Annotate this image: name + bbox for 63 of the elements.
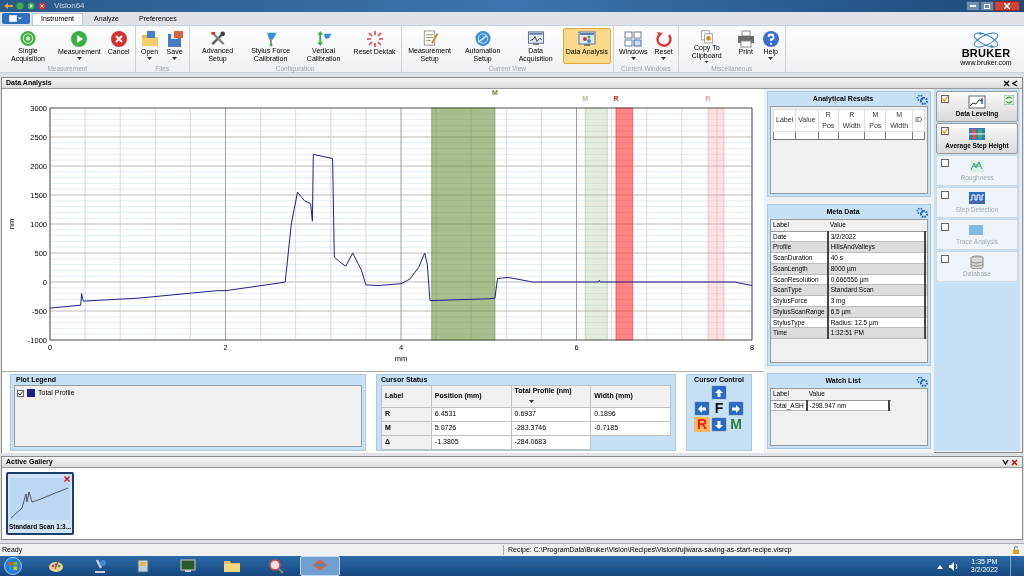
checkbox[interactable] (941, 159, 949, 167)
folder-icon (140, 30, 159, 48)
sort-caret-icon (528, 400, 534, 404)
arrow-down-icon (714, 419, 724, 430)
database-icon (968, 255, 986, 270)
checkbox[interactable] (941, 223, 949, 231)
color-swatch (27, 389, 35, 398)
window-title: Vision64 (54, 0, 85, 12)
step-detection-icon (968, 191, 986, 206)
step-height-icon (968, 127, 986, 142)
printer-icon (736, 30, 755, 48)
arrow-button[interactable] (711, 417, 727, 432)
stop-icon[interactable] (38, 2, 46, 10)
application-menu-button[interactable] (2, 13, 30, 24)
logo-text: BRUKER (961, 47, 1011, 59)
collapse-icon[interactable] (1003, 79, 1010, 87)
tools-icon (208, 30, 227, 47)
cursor-button[interactable]: M (728, 417, 744, 432)
cursor-button[interactable]: F (711, 401, 727, 416)
checkbox[interactable] (941, 95, 949, 103)
chart-icon (968, 95, 986, 110)
arrow-button[interactable] (694, 401, 710, 416)
cursor-band[interactable] (615, 107, 634, 341)
gear-icon[interactable] (916, 206, 928, 218)
maximize-icon[interactable] (984, 3, 990, 9)
gear-icon[interactable] (916, 375, 928, 387)
play-icon (70, 30, 89, 48)
reset-icon (654, 30, 673, 48)
roughness-icon (968, 159, 986, 174)
app-icon[interactable] (4, 2, 13, 10)
arrow-button[interactable] (728, 401, 744, 416)
lock-icon (1012, 546, 1020, 554)
checkbox[interactable] (941, 255, 949, 263)
monitor-icon (526, 30, 545, 47)
checkbox[interactable] (941, 127, 949, 135)
record-icon[interactable] (16, 2, 24, 10)
menu-icon (9, 15, 23, 22)
chevron-down-icon[interactable] (1002, 459, 1009, 465)
help-icon (761, 30, 780, 48)
arrow-button[interactable] (711, 385, 727, 400)
checkbox[interactable] (941, 191, 949, 199)
windows-icon (624, 30, 643, 48)
close-icon[interactable] (64, 476, 70, 482)
close-icon[interactable] (1011, 458, 1018, 466)
magnifier-icon (267, 557, 285, 575)
arrow-left-icon (697, 403, 707, 414)
gear-icon[interactable] (916, 93, 928, 105)
play-icon[interactable] (27, 2, 35, 10)
arrow-right-icon (731, 403, 741, 414)
speaker-icon[interactable] (948, 561, 959, 571)
checkbox[interactable] (17, 389, 24, 397)
floppy-icon (165, 30, 184, 48)
chevron-icon[interactable] (1012, 79, 1018, 87)
monitor-icon (577, 30, 596, 48)
cancel-icon (109, 30, 128, 48)
terminal-icon (179, 557, 197, 575)
paint-palette-icon (47, 557, 65, 575)
burst-icon (365, 30, 384, 48)
arrow-up-icon (714, 387, 724, 398)
tray-arrow-icon[interactable] (936, 563, 943, 569)
start-orb-icon[interactable] (4, 557, 22, 575)
refresh-icon[interactable] (1004, 95, 1014, 105)
target-icon (19, 30, 37, 47)
